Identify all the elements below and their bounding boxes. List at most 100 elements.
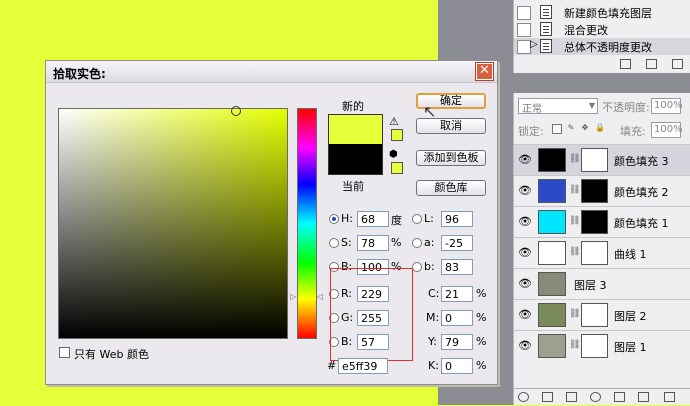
new-group-icon[interactable]	[614, 392, 625, 402]
web-only-label: 只有 Web 颜色	[74, 348, 149, 361]
layer-mask-thumbnail[interactable]	[581, 334, 608, 358]
hex-label: #	[327, 359, 337, 372]
visibility-eye-icon[interactable]: 👁	[518, 215, 532, 228]
current-color-swatch[interactable]	[328, 144, 383, 175]
dialog-title: 拾取实色:	[53, 67, 106, 81]
layer-row[interactable]: 👁 ⛓ 图层 1	[514, 330, 690, 361]
layer-name: 颜色填充 2	[614, 186, 669, 199]
web-safe-cube-icon[interactable]: ⬢	[389, 149, 398, 160]
fill-label: 填充:	[620, 125, 646, 138]
layer-name: 图层 3	[574, 279, 607, 292]
new-color-swatch	[328, 114, 383, 145]
radio-lab-b[interactable]	[412, 262, 422, 272]
radio-a[interactable]	[412, 238, 422, 248]
layer-row[interactable]: 👁 ⛓ 曲线 1	[514, 237, 690, 268]
layer-mask-thumbnail[interactable]	[581, 303, 608, 327]
hue-slider-right-handle-icon[interactable]: ◁	[317, 292, 323, 301]
mask-link-icon[interactable]: ⛓	[569, 309, 580, 319]
layer-mask-thumbnail[interactable]	[581, 210, 608, 234]
lab-b-label: b:	[424, 260, 435, 273]
visibility-eye-icon[interactable]: 👁	[518, 246, 532, 259]
chevron-down-icon: ▼	[588, 101, 595, 110]
history-checkbox[interactable]	[517, 6, 531, 20]
hue-slider[interactable]	[297, 108, 317, 339]
layers-panel: 正常 ▼ 不透明度: 100% 锁定: ✎ ✥ 🔒 填充: 100% 👁 ⛓ 颜色填…	[513, 93, 690, 405]
lock-transparency-icon[interactable]	[552, 124, 562, 134]
layer-name: 曲线 1	[614, 248, 647, 261]
trash-icon[interactable]	[664, 392, 675, 402]
lock-brush-icon[interactable]: ✎	[566, 124, 576, 134]
a-input[interactable]: -25	[441, 235, 473, 251]
blend-mode-select[interactable]: 正常 ▼	[518, 98, 598, 115]
web-only-checkbox[interactable]	[59, 347, 70, 358]
layer-thumbnail[interactable]	[538, 272, 566, 296]
history-item[interactable]: 新建颜色填充图层	[514, 4, 690, 21]
radio-l[interactable]	[412, 214, 422, 224]
history-checkbox[interactable]	[517, 40, 531, 54]
add-to-swatches-button[interactable]: 添加到色板	[416, 150, 486, 166]
gamut-swatch[interactable]	[391, 129, 403, 141]
lock-move-icon[interactable]: ✥	[580, 124, 590, 134]
lab-b-input[interactable]: 83	[441, 259, 473, 275]
h-input[interactable]: 68	[357, 211, 389, 227]
layer-mask-thumbnail[interactable]	[581, 241, 608, 265]
new-snapshot-icon[interactable]	[646, 59, 657, 69]
lock-all-icon[interactable]: 🔒	[595, 124, 605, 134]
trash-icon[interactable]	[672, 59, 683, 69]
highlight-annotation-box	[330, 268, 413, 361]
link-layers-icon[interactable]	[518, 392, 529, 402]
layer-thumbnail[interactable]	[538, 210, 566, 234]
web-safe-swatch[interactable]	[391, 162, 403, 174]
l-input[interactable]: 96	[441, 211, 473, 227]
mask-link-icon[interactable]: ⛓	[569, 340, 580, 350]
color-libraries-button[interactable]: 颜色库	[416, 180, 486, 196]
visibility-eye-icon[interactable]: 👁	[518, 277, 532, 290]
mask-link-icon[interactable]: ⛓	[569, 247, 580, 257]
gamut-warning-icon[interactable]: ⚠	[389, 115, 399, 128]
visibility-eye-icon[interactable]: 👁	[518, 184, 532, 197]
radio-s[interactable]	[329, 238, 339, 248]
layer-thumbnail[interactable]	[538, 334, 566, 358]
mask-link-icon[interactable]: ⛓	[569, 185, 580, 195]
m-input[interactable]: 0	[441, 310, 473, 326]
visibility-eye-icon[interactable]: 👁	[518, 339, 532, 352]
layer-row[interactable]: 👁 ⛓ 颜色填充 1	[514, 206, 690, 237]
new-layer-icon[interactable]	[638, 392, 649, 402]
c-input[interactable]: 21	[441, 286, 473, 302]
layer-style-icon[interactable]	[542, 392, 553, 402]
close-button[interactable]: ✕	[475, 62, 494, 81]
layer-mask-thumbnail[interactable]	[581, 148, 608, 172]
color-field-picker-ring[interactable]	[231, 106, 241, 116]
document-icon	[540, 22, 552, 36]
history-item[interactable]: 混合更改	[514, 21, 690, 38]
hex-input[interactable]: e5ff39	[338, 358, 388, 374]
visibility-eye-icon[interactable]: 👁	[518, 308, 532, 321]
layer-thumbnail[interactable]	[538, 179, 566, 203]
layer-thumbnail[interactable]	[538, 303, 566, 327]
add-mask-icon[interactable]	[566, 392, 577, 402]
layer-row[interactable]: 👁 ⛓ 图层 2	[514, 299, 690, 330]
history-checkbox[interactable]	[517, 23, 531, 37]
opacity-input[interactable]: 100%	[651, 98, 683, 114]
layer-thumbnail[interactable]	[538, 241, 566, 265]
layer-row[interactable]: 👁 ⛓ 颜色填充 3	[514, 144, 690, 175]
dialog-titlebar[interactable]: 拾取实色: ✕	[46, 61, 497, 83]
radio-h[interactable]	[329, 214, 339, 224]
fill-input[interactable]: 100%	[651, 122, 683, 138]
hue-slider-left-handle-icon[interactable]: ▷	[290, 292, 296, 301]
adjustment-layer-icon[interactable]	[590, 392, 601, 402]
history-item-selected[interactable]: ▷ 总体不透明度更改	[514, 38, 690, 55]
visibility-eye-icon[interactable]: 👁	[518, 153, 532, 166]
layer-row[interactable]: 👁 ⛓ 颜色填充 2	[514, 175, 690, 206]
cancel-button[interactable]: 取消	[416, 118, 486, 134]
mask-link-icon[interactable]: ⛓	[569, 154, 580, 164]
new-document-from-state-icon[interactable]	[620, 59, 631, 69]
layer-thumbnail[interactable]	[538, 148, 566, 172]
s-input[interactable]: 78	[357, 235, 389, 251]
k-input[interactable]: 0	[441, 358, 473, 374]
color-field[interactable]	[58, 108, 288, 339]
mask-link-icon[interactable]: ⛓	[569, 216, 580, 226]
y-input[interactable]: 79	[441, 334, 473, 350]
layer-mask-thumbnail[interactable]	[581, 179, 608, 203]
layer-row[interactable]: 👁 图层 3	[514, 268, 690, 299]
